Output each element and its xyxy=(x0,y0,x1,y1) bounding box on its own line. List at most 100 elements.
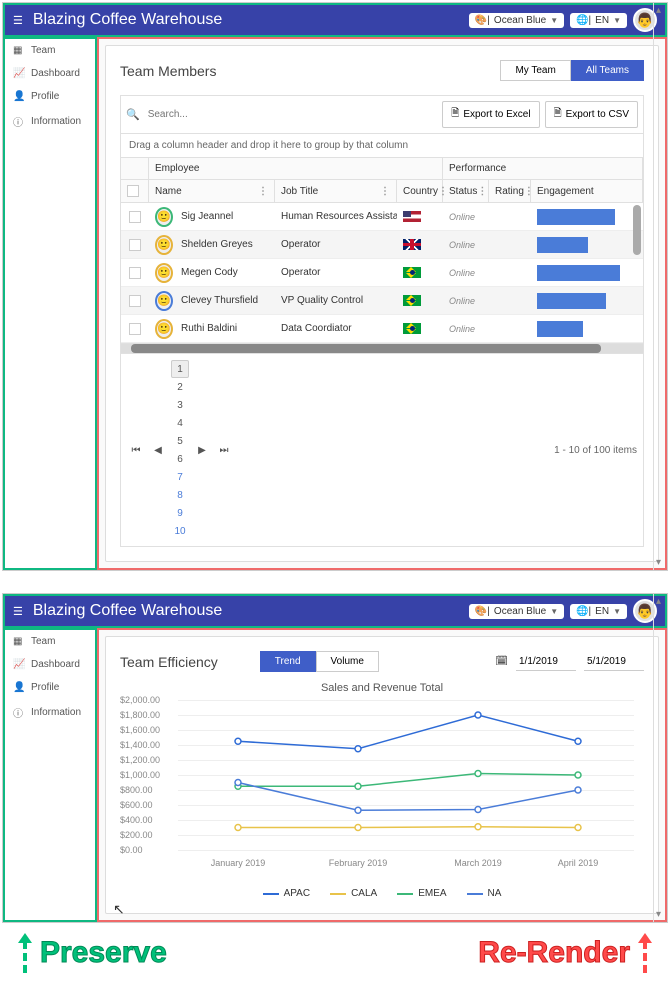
col-engagement[interactable]: Engagement xyxy=(531,180,643,202)
date-from-input[interactable] xyxy=(516,653,576,671)
select-all-header[interactable] xyxy=(121,180,149,202)
y-tick: $1,600.00 xyxy=(120,725,160,735)
last-page-button[interactable]: ⏭ xyxy=(215,441,233,459)
scroll-up-icon[interactable]: ▴ xyxy=(656,5,661,16)
search-input[interactable] xyxy=(145,106,438,123)
row-country xyxy=(397,211,443,222)
rerender-arrow-icon xyxy=(640,933,650,973)
y-tick: $1,200.00 xyxy=(120,755,160,765)
legend-item-CALA[interactable]: CALA xyxy=(330,888,377,899)
table-row[interactable]: 🙂Shelden GreyesOperatorOnline xyxy=(121,231,643,259)
row-avatar: 🙂 xyxy=(149,291,175,311)
row-checkbox[interactable] xyxy=(121,323,149,335)
scroll-up-icon[interactable]: ▴ xyxy=(656,596,661,607)
export-csv-button[interactable]: 🗎Export to CSV xyxy=(545,101,638,128)
sidebar-item-dashboard[interactable]: 📈Dashboard xyxy=(5,653,95,676)
sidebar: ▦Team 📈Dashboard 👤Profile ⓘInformation xyxy=(3,628,97,922)
page-3[interactable]: 3 xyxy=(171,396,189,414)
sidebar: ▦Team 📈Dashboard 👤Profile ⓘInformation xyxy=(3,37,97,570)
scrollbar[interactable]: ▴ ▾ xyxy=(653,594,667,922)
row-checkbox[interactable] xyxy=(121,267,149,279)
row-checkbox[interactable] xyxy=(121,295,149,307)
col-menu-icon[interactable]: ⋮ xyxy=(380,186,390,197)
theme-dropdown[interactable]: 🎨|Ocean Blue▼ xyxy=(469,604,564,619)
trend-button[interactable]: Trend xyxy=(260,651,316,672)
page-6[interactable]: 6 xyxy=(171,450,189,468)
col-rating[interactable]: Rating⋮ xyxy=(489,180,531,202)
legend-item-NA[interactable]: NA xyxy=(467,888,502,899)
row-country xyxy=(397,323,443,334)
legend-item-EMEA[interactable]: EMEA xyxy=(397,888,446,899)
calendar-icon[interactable]: 🗓 xyxy=(495,656,508,667)
vertical-scrollbar[interactable] xyxy=(633,205,641,255)
row-name: Clevey Thursfield xyxy=(175,295,275,306)
hamburger-icon[interactable]: ☰ xyxy=(13,605,23,618)
globe-icon: 🌐| xyxy=(576,606,591,617)
page-4[interactable]: 4 xyxy=(171,414,189,432)
all-teams-button[interactable]: All Teams xyxy=(571,60,644,81)
grid-icon: ▦ xyxy=(13,45,25,56)
x-tick: March 2019 xyxy=(454,858,502,868)
chevron-down-icon: ▼ xyxy=(550,16,558,25)
sidebar-item-team[interactable]: ▦Team xyxy=(5,630,95,653)
sidebar-item-information[interactable]: ⓘInformation xyxy=(5,699,95,726)
y-tick: $200.00 xyxy=(120,830,153,840)
series-CALA xyxy=(238,827,578,828)
hamburger-icon[interactable]: ☰ xyxy=(13,14,23,27)
page-10[interactable]: 10 xyxy=(171,522,189,540)
palette-icon: 🎨| xyxy=(475,15,490,26)
rerender-label: Re-Render xyxy=(478,936,630,970)
table-row[interactable]: 🙂Ruthi BaldiniData CoordiatorOnline xyxy=(121,315,643,343)
series-EMEA xyxy=(238,774,578,787)
my-team-button[interactable]: My Team xyxy=(500,60,570,81)
scroll-down-icon[interactable]: ▾ xyxy=(656,557,661,568)
export-excel-button[interactable]: 🗎Export to Excel xyxy=(442,101,539,128)
sidebar-item-information[interactable]: ⓘInformation xyxy=(5,108,95,135)
col-job[interactable]: Job Title⋮ xyxy=(275,180,397,202)
lang-dropdown[interactable]: 🌐|EN▼ xyxy=(570,604,627,619)
col-menu-icon[interactable]: ⋮ xyxy=(258,186,268,197)
col-country[interactable]: Country⋮ xyxy=(397,180,443,202)
sidebar-item-profile[interactable]: 👤Profile xyxy=(5,85,95,108)
volume-button[interactable]: Volume xyxy=(316,651,379,672)
group-header-employee: Employee xyxy=(149,158,443,179)
palette-icon: 🎨| xyxy=(475,606,490,617)
sidebar-item-profile[interactable]: 👤Profile xyxy=(5,676,95,699)
row-avatar: 🙂 xyxy=(149,207,175,227)
next-page-button[interactable]: ▶ xyxy=(193,441,211,459)
row-checkbox[interactable] xyxy=(121,239,149,251)
sidebar-item-team[interactable]: ▦Team xyxy=(5,39,95,62)
first-page-button[interactable]: ⏮ xyxy=(127,441,145,459)
col-menu-icon[interactable]: ⋮ xyxy=(477,186,487,197)
user-icon: 👤 xyxy=(13,682,25,693)
x-tick: January 2019 xyxy=(211,858,266,868)
table-row[interactable]: 🙂Sig JeannelHuman Resources Assistant II… xyxy=(121,203,643,231)
legend-item-APAC[interactable]: APAC xyxy=(263,888,311,899)
table-row[interactable]: 🙂Clevey ThursfieldVP Quality ControlOnli… xyxy=(121,287,643,315)
page-2[interactable]: 2 xyxy=(171,378,189,396)
col-name[interactable]: Name⋮ xyxy=(149,180,275,202)
page-5[interactable]: 5 xyxy=(171,432,189,450)
prev-page-button[interactable]: ◀ xyxy=(149,441,167,459)
row-checkbox[interactable] xyxy=(121,211,149,223)
theme-dropdown[interactable]: 🎨|Ocean Blue▼ xyxy=(469,13,564,28)
csv-icon: 🗎 xyxy=(554,106,562,123)
date-to-input[interactable] xyxy=(584,653,644,671)
horizontal-scrollbar[interactable] xyxy=(120,344,644,354)
page-9[interactable]: 9 xyxy=(171,504,189,522)
page-7[interactable]: 7 xyxy=(171,468,189,486)
lang-dropdown[interactable]: 🌐|EN▼ xyxy=(570,13,627,28)
col-status[interactable]: Status⋮ xyxy=(443,180,489,202)
chevron-down-icon: ▼ xyxy=(613,607,621,616)
group-drop-zone[interactable]: Drag a column header and drop it here to… xyxy=(120,134,644,158)
page-8[interactable]: 8 xyxy=(171,486,189,504)
table-row[interactable]: 🙂Megen CodyOperatorOnline xyxy=(121,259,643,287)
scrollbar[interactable]: ▴ ▾ xyxy=(653,3,667,570)
preserve-arrow-icon xyxy=(20,933,30,973)
scroll-down-icon[interactable]: ▾ xyxy=(656,909,661,920)
page-1[interactable]: 1 xyxy=(171,360,189,378)
card-title: Team Efficiency xyxy=(120,654,218,670)
y-tick: $1,800.00 xyxy=(120,710,160,720)
sidebar-item-dashboard[interactable]: 📈Dashboard xyxy=(5,62,95,85)
y-tick: $600.00 xyxy=(120,800,153,810)
